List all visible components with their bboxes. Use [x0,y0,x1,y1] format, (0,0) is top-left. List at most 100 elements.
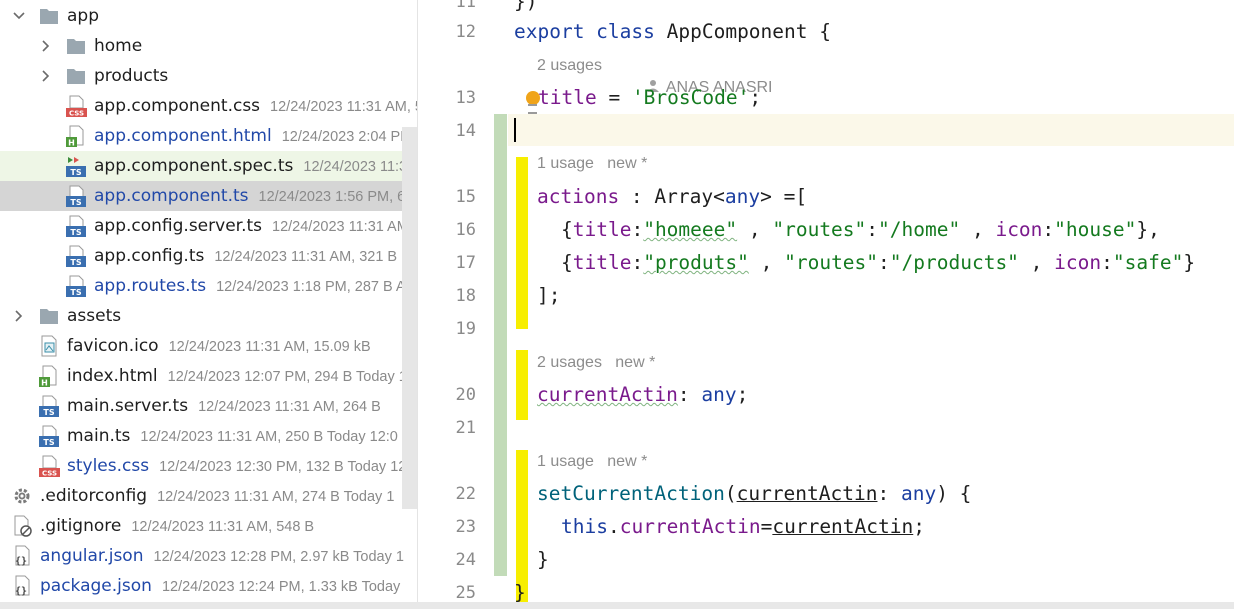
text-caret [514,118,516,142]
svg-text:CSS: CSS [69,110,84,118]
tree-item-app-component-spec-ts[interactable]: TS app.component.spec.ts 12/24/2023 11:31 [0,151,417,181]
html-file-icon: H [38,365,60,387]
tree-item-label: products [94,66,169,86]
tree-item-label: main.server.ts 12/24/2023 11:31 AM, 264 B [67,396,381,416]
line-number: 14 [455,121,476,141]
line-number: 25 [455,583,476,603]
usages-hint[interactable]: 1 usage new * [537,153,647,175]
ts-file-icon: TS [65,275,87,297]
tree-item-label: app.component.spec.ts 12/24/2023 11:31 [94,156,416,176]
tree-item-styles-css[interactable]: CSS styles.css 12/24/2023 12:30 PM, 132 B… [0,451,417,481]
tree-item-app-config-ts[interactable]: TS app.config.ts 12/24/2023 11:31 AM, 321… [0,241,417,271]
code-line: currentActin: any; [537,383,749,406]
html-file-icon: H [65,125,87,147]
chevron-down-icon[interactable] [12,9,26,23]
svg-text:H: H [68,139,75,148]
code-line: setCurrentAction(currentActin: any) { [537,482,972,505]
chevron-right-icon[interactable] [12,309,26,323]
json-file-icon: {} [11,575,33,597]
svg-text:TS: TS [70,258,81,267]
css-file-icon: CSS [38,455,60,477]
line-number: 11 [455,0,476,12]
ts-file-icon: TS [38,395,60,417]
ts-file-icon: TS [65,215,87,237]
tree-item-label: package.json 12/24/2023 12:24 PM, 1.33 kB… [40,576,401,596]
code-editor[interactable]: 11 12 13 14 15 16 17 18 19 20 21 22 23 2… [417,0,1234,609]
usages-hint[interactable]: 2 usages new * [537,352,655,374]
tree-item-label: assets [67,306,122,326]
tree-item-products[interactable]: products [0,61,417,91]
code-line: title = 'BrosCode'; [538,86,762,109]
horizontal-scrollbar[interactable] [0,602,1234,609]
folder-icon [38,305,60,327]
line-number: 20 [455,385,476,405]
tree-item-angular-json[interactable]: {} angular.json 12/24/2023 12:28 PM, 2.97… [0,541,417,571]
tree-item-label: app [67,6,99,26]
line-number: 18 [455,286,476,306]
tree-scrollbar[interactable] [402,127,417,509]
highlight-mark [516,350,528,420]
tree-item-app-component-ts[interactable]: TS app.component.ts 12/24/2023 1:56 PM, 6… [0,181,417,211]
tree-item-app-config-server-ts[interactable]: TS app.config.server.ts 12/24/2023 11:31 … [0,211,417,241]
tree-item-app-component-css[interactable]: CSS app.component.css 12/24/2023 11:31 AM… [0,91,417,121]
code-line: {title:"produts" , "routes":"/products" … [561,251,1196,274]
css-file-icon: CSS [65,95,87,117]
folder-icon [38,5,60,27]
tree-item-label: app.component.html 12/24/2023 2:04 PM [94,126,413,146]
svg-text:{}: {} [15,556,27,567]
current-line-highlight [508,114,1234,146]
line-number: 19 [455,319,476,339]
gear-icon [11,485,33,507]
ts-file-icon: TS [65,185,87,207]
code-line: } [537,548,549,571]
usages-hint[interactable]: 1 usage new * [537,451,647,473]
json-file-icon: {} [11,545,33,567]
tree-item-main-ts[interactable]: TS main.ts 12/24/2023 11:31 AM, 250 B Tod… [0,421,417,451]
lightbulb-base [528,104,537,114]
spec-file-icon: TS [65,155,87,177]
tree-item-favicon-ico[interactable]: favicon.ico 12/24/2023 11:31 AM, 15.09 kB [0,331,417,361]
tree-item-label: home [94,36,143,56]
tree-item-label: angular.json 12/24/2023 12:28 PM, 2.97 kB… [40,546,404,566]
code-line: ]; [537,284,561,307]
tree-item-home[interactable]: home [0,31,417,61]
usages-hint[interactable]: 2 usages [537,55,602,77]
svg-text:{}: {} [15,586,27,597]
tree-item-assets[interactable]: assets [0,301,417,331]
tree-item-label: .gitignore 12/24/2023 11:31 AM, 548 B [40,516,315,536]
ts-file-icon: TS [38,425,60,447]
tree-item-app-component-html[interactable]: H app.component.html 12/24/2023 2:04 PM [0,121,417,151]
line-number: 17 [455,253,476,273]
tree-item-main-server-ts[interactable]: TS main.server.ts 12/24/2023 11:31 AM, 26… [0,391,417,421]
tree-item-label: app.component.ts 12/24/2023 1:56 PM, 63 [94,186,414,206]
line-number: 15 [455,187,476,207]
project-tree: app home products CSS app.component.css 1… [0,0,417,609]
chevron-right-icon[interactable] [39,69,53,83]
code-line: {title:"homeee" , "routes":"/home" , ico… [561,218,1160,241]
tree-item-label: app.component.css 12/24/2023 11:31 AM, 5 [94,96,417,116]
ts-file-icon: TS [65,245,87,267]
code-line: this.currentActin=currentActin; [561,515,925,538]
tree-item-label: styles.css 12/24/2023 12:30 PM, 132 B Tod… [67,456,407,476]
tree-item-app[interactable]: app [0,1,417,31]
highlight-mark [516,157,528,329]
tree-item-label: app.config.ts 12/24/2023 11:31 AM, 321 B [94,246,398,266]
svg-text:TS: TS [70,198,81,207]
line-number: 21 [455,418,476,438]
line-number: 16 [455,220,476,240]
gitignore-file-icon [11,515,33,537]
tree-item-package-json[interactable]: {} package.json 12/24/2023 12:24 PM, 1.33… [0,571,417,601]
image-file-icon [38,335,60,357]
code-line: export class AppComponent { [514,20,831,43]
tree-item-app-routes-ts[interactable]: TS app.routes.ts 12/24/2023 1:18 PM, 287 … [0,271,417,301]
svg-text:TS: TS [43,438,54,447]
tree-item-gitignore[interactable]: .gitignore 12/24/2023 11:31 AM, 548 B [0,511,417,541]
line-number: 12 [455,22,476,42]
svg-text:TS: TS [70,228,81,237]
code-line: actions : Array<any> =[ [537,185,808,208]
tree-item-label: index.html 12/24/2023 12:07 PM, 294 B Tod… [67,366,407,386]
tree-item-index-html[interactable]: H index.html 12/24/2023 12:07 PM, 294 B T… [0,361,417,391]
chevron-right-icon[interactable] [39,39,53,53]
tree-item-label: app.routes.ts 12/24/2023 1:18 PM, 287 B A [94,276,406,296]
tree-item-editorconfig[interactable]: .editorconfig 12/24/2023 11:31 AM, 274 B … [0,481,417,511]
